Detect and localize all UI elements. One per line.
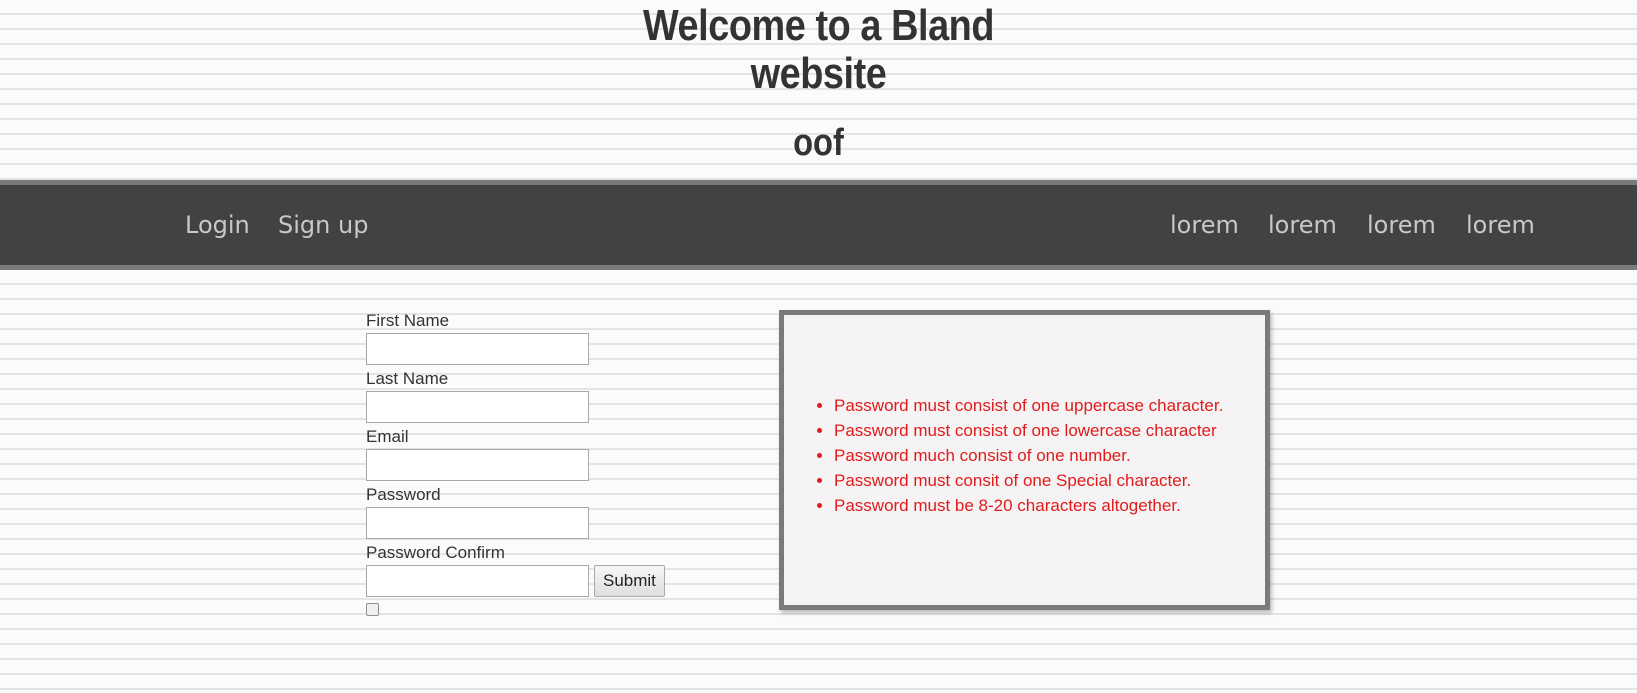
nav-login-link[interactable]: Login	[185, 185, 250, 265]
nav-lorem-link-2[interactable]: lorem	[1268, 185, 1337, 265]
requirement-number: Password much consist of one number.	[834, 443, 1223, 468]
password-confirm-input[interactable]	[366, 565, 589, 597]
requirement-uppercase: Password must consist of one uppercase c…	[834, 393, 1223, 418]
show-password-checkbox[interactable]	[366, 603, 379, 616]
requirement-special: Password must consit of one Special char…	[834, 468, 1223, 493]
site-title-line-2: website	[750, 49, 887, 98]
password-confirm-label: Password Confirm	[366, 543, 505, 562]
password-confirm-row: Submit	[366, 565, 686, 597]
nav-lorem-link-3[interactable]: lorem	[1367, 185, 1436, 265]
site-title: Welcome to a Bland website	[115, 2, 1523, 98]
nav-lorem-link-4[interactable]: lorem	[1466, 185, 1535, 265]
last-name-input[interactable]	[366, 391, 589, 423]
requirement-lowercase: Password must consist of one lowercase c…	[834, 418, 1223, 443]
site-title-line-1: Welcome to a Bland	[642, 1, 995, 50]
nav-signup-link[interactable]: Sign up	[278, 185, 368, 265]
last-name-label: Last Name	[366, 369, 449, 388]
first-name-input[interactable]	[366, 333, 589, 365]
email-input[interactable]	[366, 449, 589, 481]
first-name-label: First Name	[366, 311, 450, 330]
nav-lorem-link-1[interactable]: lorem	[1170, 185, 1239, 265]
password-input[interactable]	[366, 507, 589, 539]
email-label: Email	[366, 427, 409, 446]
site-subtitle: oof	[793, 122, 844, 164]
submit-button[interactable]: Submit	[594, 565, 665, 597]
site-header: Welcome to a Bland website oof	[0, 0, 1637, 180]
main-navbar: Login Sign up lorem lorem lorem lorem	[0, 180, 1637, 270]
password-label: Password	[366, 485, 441, 504]
password-requirements-list: Password must consist of one uppercase c…	[784, 393, 1223, 518]
password-requirements-panel: Password must consist of one uppercase c…	[779, 310, 1270, 610]
signup-form: First Name Last Name Email Password Pass…	[366, 311, 686, 616]
requirement-length: Password must be 8-20 characters altoget…	[834, 493, 1223, 518]
